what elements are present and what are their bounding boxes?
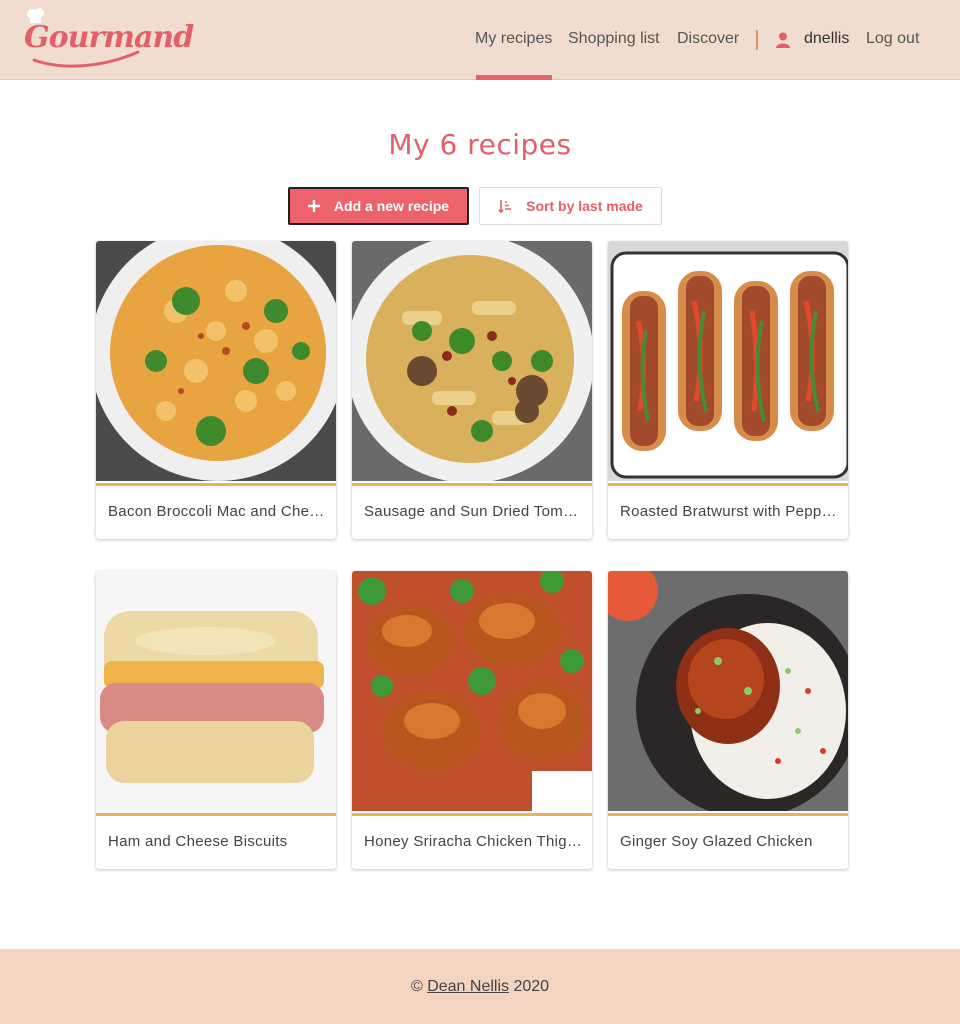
sort-label: Sort by last made [526,198,643,214]
top-navbar: Gourmand My recipes Shopping list Discov… [0,0,960,80]
footer-copyright: © Dean Nellis 2020 [0,978,960,996]
recipe-image [352,571,592,811]
user-icon [776,32,790,48]
footer-year: 2020 [513,978,550,995]
logo-swash [32,50,140,68]
nav-divider [756,30,758,50]
recipe-name: Ham and Cheese Biscuits [108,833,288,850]
copyright-symbol: © [410,978,423,995]
recipe-name: Honey Sriracha Chicken Thighs [364,833,582,850]
recipe-name: Sausage and Sun Dried Tomato Pasta [364,503,582,520]
nav-discover[interactable]: Discover [677,30,739,48]
recipe-card[interactable]: Honey Sriracha Chicken Thighs [352,571,592,869]
page-footer: © Dean Nellis 2020 [0,949,960,1024]
recipe-card[interactable]: Ham and Cheese Biscuits [96,571,336,869]
nav-my-recipes[interactable]: My recipes [475,30,552,48]
recipe-card[interactable]: Bacon Broccoli Mac and Cheese [96,241,336,539]
card-accent-line [96,483,336,486]
recipe-image [608,571,848,811]
card-accent-line [352,813,592,816]
nav-shopping-list[interactable]: Shopping list [568,30,660,48]
add-recipe-button[interactable]: Add a new recipe [288,187,469,225]
recipe-image [96,241,336,481]
add-recipe-label: Add a new recipe [333,198,450,214]
recipe-name: Bacon Broccoli Mac and Cheese [108,503,326,520]
recipe-image [96,571,336,811]
nav-logout[interactable]: Log out [866,30,919,48]
card-accent-line [608,813,848,816]
nav-username[interactable]: dnellis [804,30,849,48]
gourmand-logo[interactable]: Gourmand [22,8,194,70]
recipe-card[interactable]: Ginger Soy Glazed Chicken [608,571,848,869]
card-accent-line [96,813,336,816]
recipe-card[interactable]: Roasted Bratwurst with Peppers [608,241,848,539]
card-accent-line [352,483,592,486]
recipe-image [608,241,848,481]
recipe-name: Ginger Soy Glazed Chicken [620,833,813,850]
page-title: My 6 recipes [388,128,572,161]
author-link[interactable]: Dean Nellis [427,978,509,995]
sort-button[interactable]: Sort by last made [479,187,662,225]
recipe-image [352,241,592,481]
recipe-card[interactable]: Sausage and Sun Dried Tomato Pasta [352,241,592,539]
card-accent-line [608,483,848,486]
sort-icon [498,199,512,213]
recipe-name: Roasted Bratwurst with Peppers [620,503,838,520]
nav-active-indicator [476,75,552,80]
plus-icon [307,200,320,212]
